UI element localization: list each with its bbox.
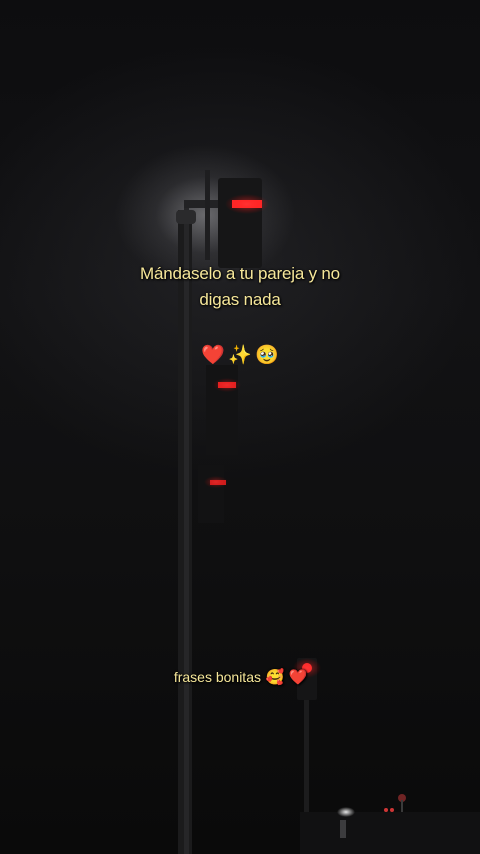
teary-face-icon: 🥹 [255,345,279,366]
traffic-light-upper [218,178,262,268]
emoji-row: ❤️ ✨ 🥹 [0,343,480,369]
night-traffic-light-photo [176,170,480,854]
video-frame: Mándaselo a tu pareja y no digas nada ❤️… [0,0,480,854]
footer-text: frases bonitas [173,669,261,685]
car-headlight [337,807,355,817]
sparkles-icon: ✨ [228,345,252,366]
caption-line-2: digas nada [199,290,281,309]
smiling-face-with-hearts-icon: 🥰 [265,669,285,686]
caption-line-1: Mándaselo a tu pareja y no [140,264,340,283]
red-heart-icon: ❤️ [201,345,225,366]
main-caption: Mándaselo a tu pareja y no digas nada [0,261,480,313]
red-heart-icon: ❤️ [288,669,308,686]
footer-caption: frases bonitas 🥰 ❤️ [0,666,480,689]
traffic-light-lower [198,465,224,523]
